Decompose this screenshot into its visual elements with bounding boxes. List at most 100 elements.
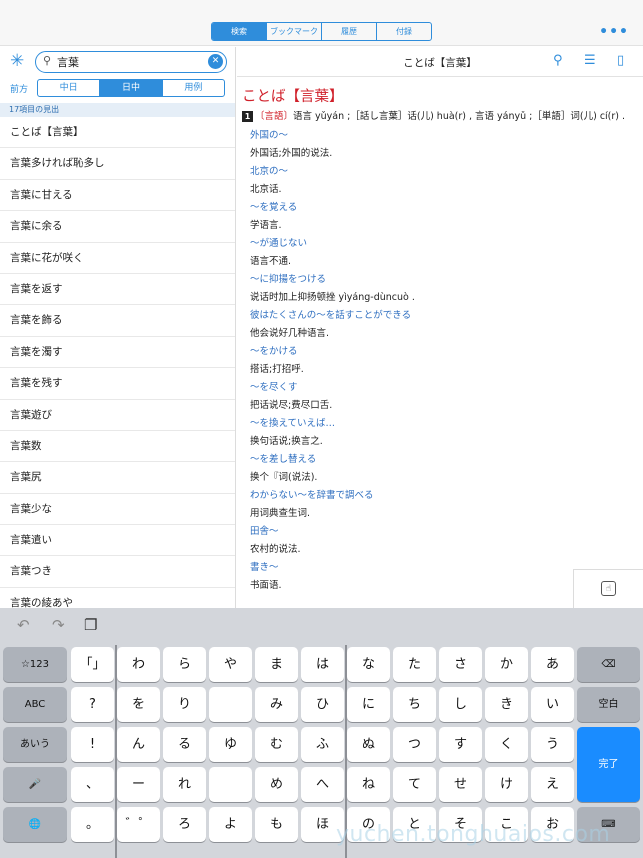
kana-key[interactable]: せ bbox=[439, 767, 482, 802]
kana-key[interactable]: あ bbox=[531, 647, 574, 682]
result-item[interactable]: 言葉に花が咲く bbox=[0, 243, 235, 274]
search-input[interactable] bbox=[57, 54, 197, 70]
kana-key[interactable]: ひ bbox=[301, 687, 344, 722]
kana-key[interactable]: に bbox=[347, 687, 390, 722]
kana-key[interactable]: 、 bbox=[71, 767, 114, 802]
result-item[interactable]: 言葉多ければ恥多し bbox=[0, 148, 235, 180]
result-item[interactable]: 言葉遣い bbox=[0, 525, 235, 557]
result-item[interactable]: ことば【言葉】 bbox=[0, 117, 235, 149]
result-item[interactable]: 言葉に甘える bbox=[0, 180, 235, 212]
kana-key[interactable]: つ bbox=[393, 727, 436, 762]
example-phrase-link[interactable]: 田舎～ bbox=[250, 526, 637, 538]
undo-icon[interactable]: ↶ bbox=[17, 616, 30, 634]
kana-key[interactable]: な bbox=[347, 647, 390, 682]
result-item[interactable]: 言葉を飾る bbox=[0, 305, 235, 337]
search-box[interactable]: ⚲ ✕ bbox=[35, 51, 227, 73]
example-phrase-link[interactable]: ～に抑揚をつける bbox=[250, 274, 637, 286]
segment-cn-jp[interactable]: 中日 bbox=[38, 80, 101, 96]
result-item[interactable]: 言葉を返す bbox=[0, 274, 235, 306]
kana-key[interactable]: ふ bbox=[301, 727, 344, 762]
result-item[interactable]: 言葉少な bbox=[0, 494, 235, 526]
kana-key[interactable]: 「」 bbox=[71, 647, 114, 682]
kana-key[interactable]: よ bbox=[209, 807, 252, 842]
kana-key[interactable]: ぬ bbox=[347, 727, 390, 762]
example-phrase-link[interactable]: ～を尽くす bbox=[250, 382, 637, 394]
redo-icon[interactable]: ↷ bbox=[52, 616, 65, 634]
kana-key[interactable]: い bbox=[531, 687, 574, 722]
kana-key[interactable]: み bbox=[255, 687, 298, 722]
example-phrase-link[interactable]: わからない～を辞書で調べる bbox=[250, 490, 637, 502]
kana-key[interactable]: ね bbox=[347, 767, 390, 802]
result-item[interactable]: 言葉の綾あや bbox=[0, 588, 235, 608]
numbers-key[interactable]: ☆123 bbox=[3, 647, 67, 682]
kana-key[interactable]: は bbox=[301, 647, 344, 682]
result-item[interactable]: 言葉を濁す bbox=[0, 337, 235, 369]
segment-examples[interactable]: 用例 bbox=[163, 80, 224, 96]
tab-bookmark[interactable]: ブックマーク bbox=[267, 23, 322, 40]
kana-key[interactable]: ゆ bbox=[209, 727, 252, 762]
space-key[interactable]: 空白 bbox=[577, 687, 640, 722]
example-phrase-link[interactable]: ～を覚える bbox=[250, 202, 637, 214]
kana-key[interactable]: さ bbox=[439, 647, 482, 682]
wildcard-icon[interactable]: ✳ bbox=[10, 51, 24, 71]
example-phrase-link[interactable]: ～が通じない bbox=[250, 238, 637, 250]
kana-key[interactable]: か bbox=[485, 647, 528, 682]
kana-key[interactable]: り bbox=[163, 687, 206, 722]
kana-key[interactable]: ち bbox=[393, 687, 436, 722]
result-item[interactable]: 言葉を残す bbox=[0, 368, 235, 400]
kana-key[interactable]: ま bbox=[255, 647, 298, 682]
tab-appendix[interactable]: 付録 bbox=[377, 23, 431, 40]
globe-icon[interactable]: 🌐 bbox=[3, 807, 67, 842]
kana-key[interactable]: わ bbox=[117, 647, 160, 682]
paste-icon[interactable]: ❐ bbox=[84, 616, 97, 634]
example-phrase-link[interactable]: 外国の～ bbox=[250, 130, 637, 142]
kana-key[interactable]: め bbox=[255, 767, 298, 802]
segment-jp-cn[interactable]: 日中 bbox=[100, 80, 163, 96]
kana-key[interactable]: く bbox=[485, 727, 528, 762]
kana-key[interactable]: す bbox=[439, 727, 482, 762]
example-phrase-link[interactable]: 彼はたくさんの～を話すことができる bbox=[250, 310, 637, 322]
kana-key[interactable]: ー bbox=[117, 767, 160, 802]
abc-key[interactable]: ABC bbox=[3, 687, 67, 722]
example-phrase-link[interactable]: ～をかける bbox=[250, 346, 637, 358]
kana-key[interactable]: を bbox=[117, 687, 160, 722]
kana-key[interactable]: て bbox=[393, 767, 436, 802]
kana-key[interactable] bbox=[209, 687, 252, 722]
kana-key[interactable]: ! bbox=[71, 727, 114, 762]
kana-key[interactable]: ん bbox=[117, 727, 160, 762]
kana-key[interactable]: ろ bbox=[163, 807, 206, 842]
more-icon[interactable]: ••• bbox=[599, 24, 629, 40]
result-item[interactable]: 言葉遊び bbox=[0, 400, 235, 431]
bookmark-icon[interactable]: ▯ bbox=[617, 53, 624, 68]
kana-key[interactable]: む bbox=[255, 727, 298, 762]
touch-search-button[interactable]: ☝ bbox=[573, 569, 643, 608]
done-key[interactable]: 完了 bbox=[577, 727, 640, 802]
tab-history[interactable]: 履歴 bbox=[322, 23, 377, 40]
kana-key[interactable]: き bbox=[485, 687, 528, 722]
kana-key[interactable] bbox=[209, 767, 252, 802]
kana-key[interactable]: や bbox=[209, 647, 252, 682]
result-item[interactable]: 言葉に余る bbox=[0, 211, 235, 243]
result-item[interactable]: 言葉つき bbox=[0, 556, 235, 588]
kana-key[interactable]: し bbox=[439, 687, 482, 722]
kana-key[interactable]: 。 bbox=[71, 807, 114, 842]
kana-key[interactable]: れ bbox=[163, 767, 206, 802]
kana-key[interactable]: け bbox=[485, 767, 528, 802]
microphone-icon[interactable]: 🎤 bbox=[3, 767, 67, 802]
example-phrase-link[interactable]: ～を差し替える bbox=[250, 454, 637, 466]
match-mode-button[interactable]: 前方 bbox=[10, 82, 28, 95]
kana-key[interactable]: え bbox=[531, 767, 574, 802]
kana-key[interactable]: た bbox=[393, 647, 436, 682]
example-phrase-link[interactable]: 北京の～ bbox=[250, 166, 637, 178]
tab-search[interactable]: 検索 bbox=[212, 23, 267, 40]
kana-key[interactable]: る bbox=[163, 727, 206, 762]
clear-icon[interactable]: ✕ bbox=[208, 54, 223, 69]
result-item[interactable]: 言葉数 bbox=[0, 431, 235, 463]
find-icon[interactable]: ⚲ bbox=[553, 53, 563, 68]
kana-key[interactable]: ら bbox=[163, 647, 206, 682]
kana-key[interactable]: あいう bbox=[3, 727, 67, 762]
backspace-key[interactable]: ⌫ bbox=[577, 647, 640, 682]
kana-key[interactable]: ゛゜ bbox=[117, 807, 160, 842]
menu-icon[interactable]: ☰ bbox=[584, 53, 596, 68]
example-phrase-link[interactable]: ～を換えていえば… bbox=[250, 418, 637, 430]
